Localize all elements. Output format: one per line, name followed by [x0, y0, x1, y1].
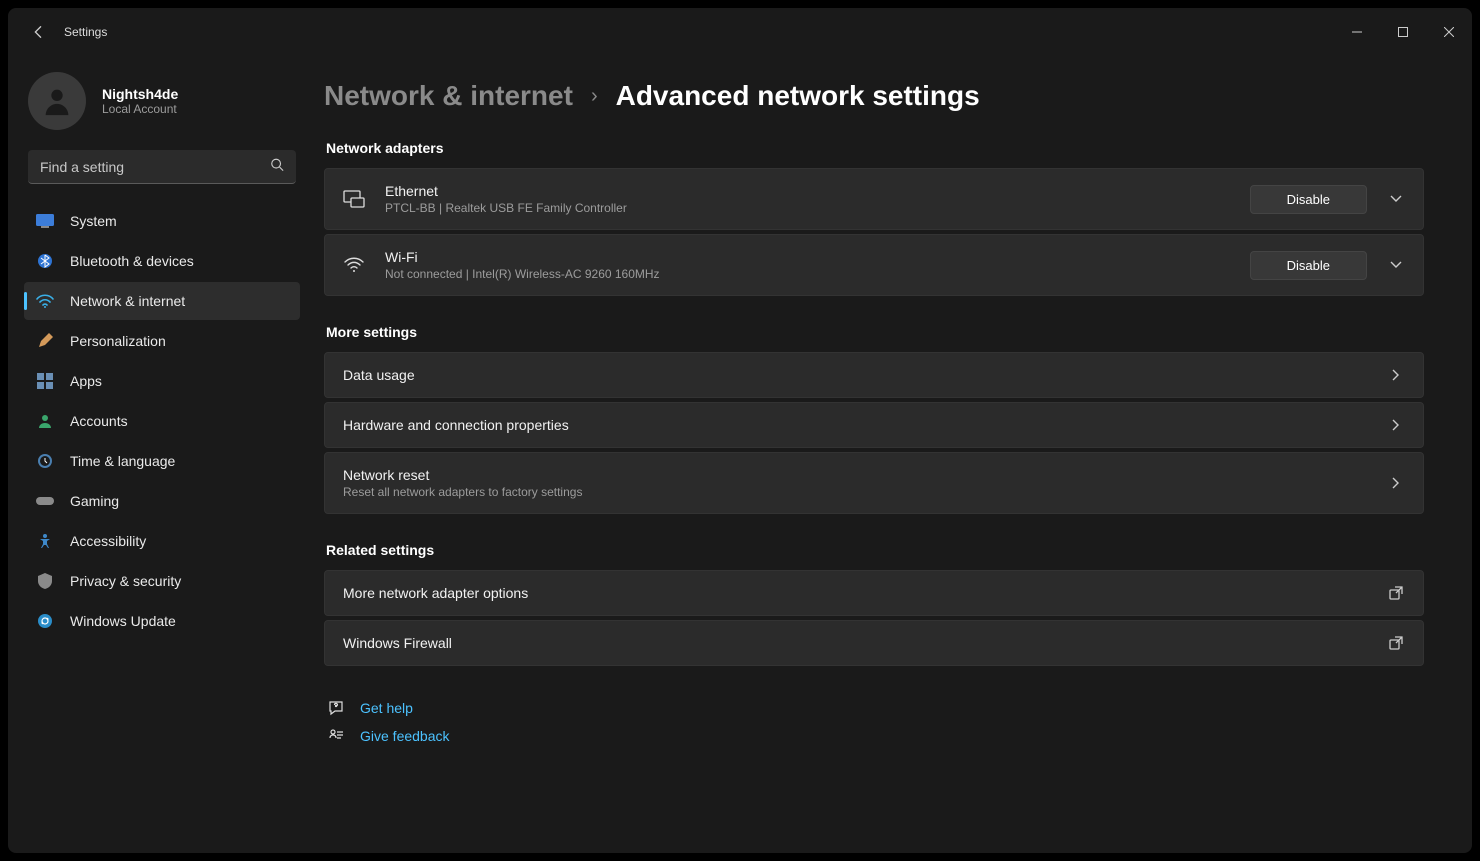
sidebar-item-label: Network & internet	[70, 293, 185, 309]
apps-icon	[36, 372, 54, 390]
feedback-icon	[326, 728, 346, 744]
sidebar-item-network[interactable]: Network & internet	[24, 282, 300, 320]
time-icon	[36, 452, 54, 470]
sidebar-item-privacy[interactable]: Privacy & security	[24, 562, 300, 600]
card-title: Data usage	[343, 367, 1367, 383]
wifi-icon	[343, 257, 365, 273]
close-button[interactable]	[1426, 16, 1472, 48]
settings-card-network-reset[interactable]: Network reset Reset all network adapters…	[324, 452, 1424, 514]
section-header-adapters: Network adapters	[326, 140, 1424, 156]
sidebar-item-label: Bluetooth & devices	[70, 253, 194, 269]
user-subtitle: Local Account	[102, 102, 178, 116]
settings-card-data-usage[interactable]: Data usage	[324, 352, 1424, 398]
maximize-button[interactable]	[1380, 16, 1426, 48]
bluetooth-icon	[36, 252, 54, 270]
adapter-title: Ethernet	[385, 183, 1230, 199]
accessibility-icon	[36, 532, 54, 550]
related-card-firewall[interactable]: Windows Firewall	[324, 620, 1424, 666]
link-label: Give feedback	[360, 728, 450, 744]
breadcrumb-parent[interactable]: Network & internet	[324, 80, 573, 112]
sidebar: Nightsh4de Local Account System Bluetoot…	[8, 56, 308, 853]
sidebar-item-system[interactable]: System	[24, 202, 300, 240]
update-icon	[36, 612, 54, 630]
related-card-adapter-options[interactable]: More network adapter options	[324, 570, 1424, 616]
breadcrumb: Network & internet › Advanced network se…	[324, 80, 1424, 112]
sidebar-item-label: Windows Update	[70, 613, 176, 629]
sidebar-item-gaming[interactable]: Gaming	[24, 482, 300, 520]
sidebar-item-label: Time & language	[70, 453, 175, 469]
link-label: Get help	[360, 700, 413, 716]
sidebar-item-label: Apps	[70, 373, 102, 389]
help-icon	[326, 700, 346, 716]
card-subtitle: Reset all network adapters to factory se…	[343, 485, 1367, 499]
card-title: Hardware and connection properties	[343, 417, 1367, 433]
settings-card-hardware[interactable]: Hardware and connection properties	[324, 402, 1424, 448]
chevron-down-icon[interactable]	[1387, 261, 1405, 269]
sidebar-item-accessibility[interactable]: Accessibility	[24, 522, 300, 560]
sidebar-item-update[interactable]: Windows Update	[24, 602, 300, 640]
chevron-right-icon	[1387, 419, 1405, 431]
external-link-icon	[1387, 586, 1405, 600]
card-title: Windows Firewall	[343, 635, 1367, 651]
accounts-icon	[36, 412, 54, 430]
sidebar-item-personalization[interactable]: Personalization	[24, 322, 300, 360]
sidebar-item-label: Accounts	[70, 413, 128, 429]
account-block[interactable]: Nightsh4de Local Account	[24, 64, 300, 150]
card-title: More network adapter options	[343, 585, 1367, 601]
search-icon	[270, 158, 284, 177]
page-title: Advanced network settings	[616, 80, 980, 112]
minimize-button[interactable]	[1334, 16, 1380, 48]
card-title: Network reset	[343, 467, 1367, 483]
chevron-right-icon	[1387, 477, 1405, 489]
sidebar-item-label: Gaming	[70, 493, 119, 509]
give-feedback-link[interactable]: Give feedback	[324, 722, 1424, 750]
avatar	[28, 72, 86, 130]
adapter-card-wifi[interactable]: Wi-Fi Not connected | Intel(R) Wireless-…	[324, 234, 1424, 296]
search-field[interactable]	[28, 150, 296, 184]
section-header-related: Related settings	[326, 542, 1424, 558]
chevron-down-icon[interactable]	[1387, 195, 1405, 203]
back-button[interactable]	[20, 14, 56, 50]
titlebar: Settings	[8, 8, 1472, 56]
adapter-card-ethernet[interactable]: Ethernet PTCL-BB | Realtek USB FE Family…	[324, 168, 1424, 230]
sidebar-item-time[interactable]: Time & language	[24, 442, 300, 480]
sidebar-item-label: Accessibility	[70, 533, 146, 549]
get-help-link[interactable]: Get help	[324, 694, 1424, 722]
sidebar-item-apps[interactable]: Apps	[24, 362, 300, 400]
external-link-icon	[1387, 636, 1405, 650]
gaming-icon	[36, 492, 54, 510]
ethernet-icon	[343, 190, 365, 208]
adapter-subtitle: Not connected | Intel(R) Wireless-AC 926…	[385, 267, 1230, 281]
adapter-subtitle: PTCL-BB | Realtek USB FE Family Controll…	[385, 201, 1230, 215]
sidebar-item-label: Privacy & security	[70, 573, 181, 589]
network-icon	[36, 292, 54, 310]
chevron-right-icon	[1387, 369, 1405, 381]
chevron-right-icon: ›	[591, 85, 598, 108]
sidebar-item-bluetooth[interactable]: Bluetooth & devices	[24, 242, 300, 280]
personalization-icon	[36, 332, 54, 350]
sidebar-item-label: Personalization	[70, 333, 166, 349]
system-icon	[36, 212, 54, 230]
sidebar-item-label: System	[70, 213, 117, 229]
adapter-title: Wi-Fi	[385, 249, 1230, 265]
sidebar-item-accounts[interactable]: Accounts	[24, 402, 300, 440]
search-input[interactable]	[28, 150, 296, 184]
user-name: Nightsh4de	[102, 86, 178, 102]
disable-button[interactable]: Disable	[1250, 251, 1367, 280]
app-title: Settings	[64, 25, 107, 39]
disable-button[interactable]: Disable	[1250, 185, 1367, 214]
main-content: Network & internet › Advanced network se…	[308, 56, 1472, 853]
section-header-more: More settings	[326, 324, 1424, 340]
privacy-icon	[36, 572, 54, 590]
